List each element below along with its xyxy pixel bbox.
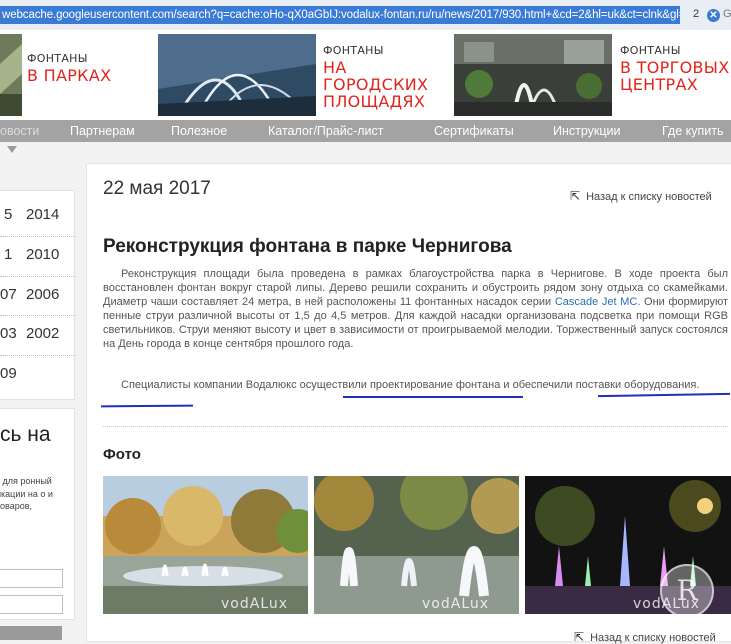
back-label[interactable]: Назад к списку новостей <box>590 632 716 644</box>
browser-g-icon[interactable]: G <box>723 8 731 20</box>
subscribe-name-input[interactable] <box>0 569 63 588</box>
subscribe-email-input[interactable] <box>0 595 63 614</box>
banner-image-parks[interactable] <box>0 34 22 116</box>
nav-catalog[interactable]: Каталог/Прайс-лист <box>268 120 383 142</box>
divider <box>0 236 74 237</box>
banner-image-squares[interactable] <box>158 34 316 116</box>
year-link[interactable]: 2010 <box>26 246 59 263</box>
main-nav: овости Партнерам Полезное Каталог/Прайс-… <box>0 120 731 142</box>
nav-certificates[interactable]: Сертификаты <box>434 120 514 142</box>
year-link[interactable]: 09 <box>0 365 17 382</box>
close-icon[interactable]: ✕ <box>707 9 720 22</box>
subscribe-button[interactable] <box>0 626 62 640</box>
match-count: 2 <box>693 8 700 20</box>
photo-heading: Фото <box>103 446 141 463</box>
photo-park-day[interactable]: vodALux <box>103 476 308 614</box>
photo-park-fountains[interactable]: vodALux <box>314 476 519 614</box>
article-paragraph-2: Специалисты компании Водалюкс осуществил… <box>103 379 728 393</box>
category-banner: ФОНТАНЫ В ПАРКАХ ФОНТАНЫ НА ГОРОДСКИХ ПЛ… <box>0 30 731 120</box>
year-link[interactable]: 03 <box>0 325 17 342</box>
site-logo-overlay: R <box>660 564 714 618</box>
photo-watermark: vodALux <box>422 596 490 612</box>
nav-news[interactable]: овости <box>0 120 39 142</box>
divider <box>0 315 74 316</box>
nav-useful[interactable]: Полезное <box>171 120 227 142</box>
arrow-up-left-icon: ⇱ <box>574 630 585 644</box>
photo-watermark: vodALux <box>221 596 289 612</box>
subscribe-panel: сь на ii для ронный икации на о и товаро… <box>0 408 75 620</box>
subscribe-description: ii для ронный икации на о и товаров, <box>0 476 53 511</box>
banner-caption-parks[interactable]: ФОНТАНЫ В ПАРКАХ <box>27 52 111 84</box>
year-link[interactable]: 2002 <box>26 325 59 342</box>
article-title: Реконструкция фонтана в парке Чернигова <box>103 236 512 257</box>
nav-partners[interactable]: Партнерам <box>70 120 135 142</box>
banner-image-malls[interactable] <box>454 34 612 116</box>
product-link[interactable]: Cascade Jet MC <box>555 296 638 308</box>
url-text[interactable]: webcache.googleusercontent.com/search?q=… <box>0 6 680 24</box>
banner-caption-malls[interactable]: ФОНТАНЫ В ТОРГОВЫХ ЦЕНТРАХ <box>620 44 730 93</box>
back-to-news-link[interactable]: ⇱ Назад к списку новостей <box>570 189 712 203</box>
year-link[interactable]: 2006 <box>26 286 59 303</box>
divider <box>0 355 74 356</box>
address-bar[interactable]: webcache.googleusercontent.com/search?q=… <box>0 0 731 31</box>
divider <box>0 276 74 277</box>
article-paragraph: Реконструкция площади была проведена в р… <box>103 268 728 351</box>
arrow-up-left-icon: ⇱ <box>570 189 581 203</box>
back-to-news-link-bottom[interactable]: ⇱ Назад к списку новостей <box>574 630 716 644</box>
nav-pointer-icon <box>7 146 17 153</box>
paragraph-text: Специалисты компании Водалюкс осуществил… <box>121 379 700 391</box>
year-link[interactable]: 2014 <box>26 206 59 223</box>
article-date: 22 мая 2017 <box>103 178 211 199</box>
annotation-underline <box>343 396 523 398</box>
year-link[interactable]: 1 <box>4 246 12 263</box>
back-label[interactable]: Назад к списку новостей <box>586 191 712 203</box>
nav-where-to-buy[interactable]: Где купить <box>662 120 724 142</box>
banner-caption-squares[interactable]: ФОНТАНЫ НА ГОРОДСКИХ ПЛОЩАДЯХ <box>323 44 453 110</box>
year-link[interactable]: 5 <box>4 206 12 223</box>
subscribe-title: сь на <box>0 423 51 446</box>
year-link[interactable]: 07 <box>0 286 17 303</box>
nav-instructions[interactable]: Инструкции <box>553 120 621 142</box>
divider <box>103 426 728 427</box>
